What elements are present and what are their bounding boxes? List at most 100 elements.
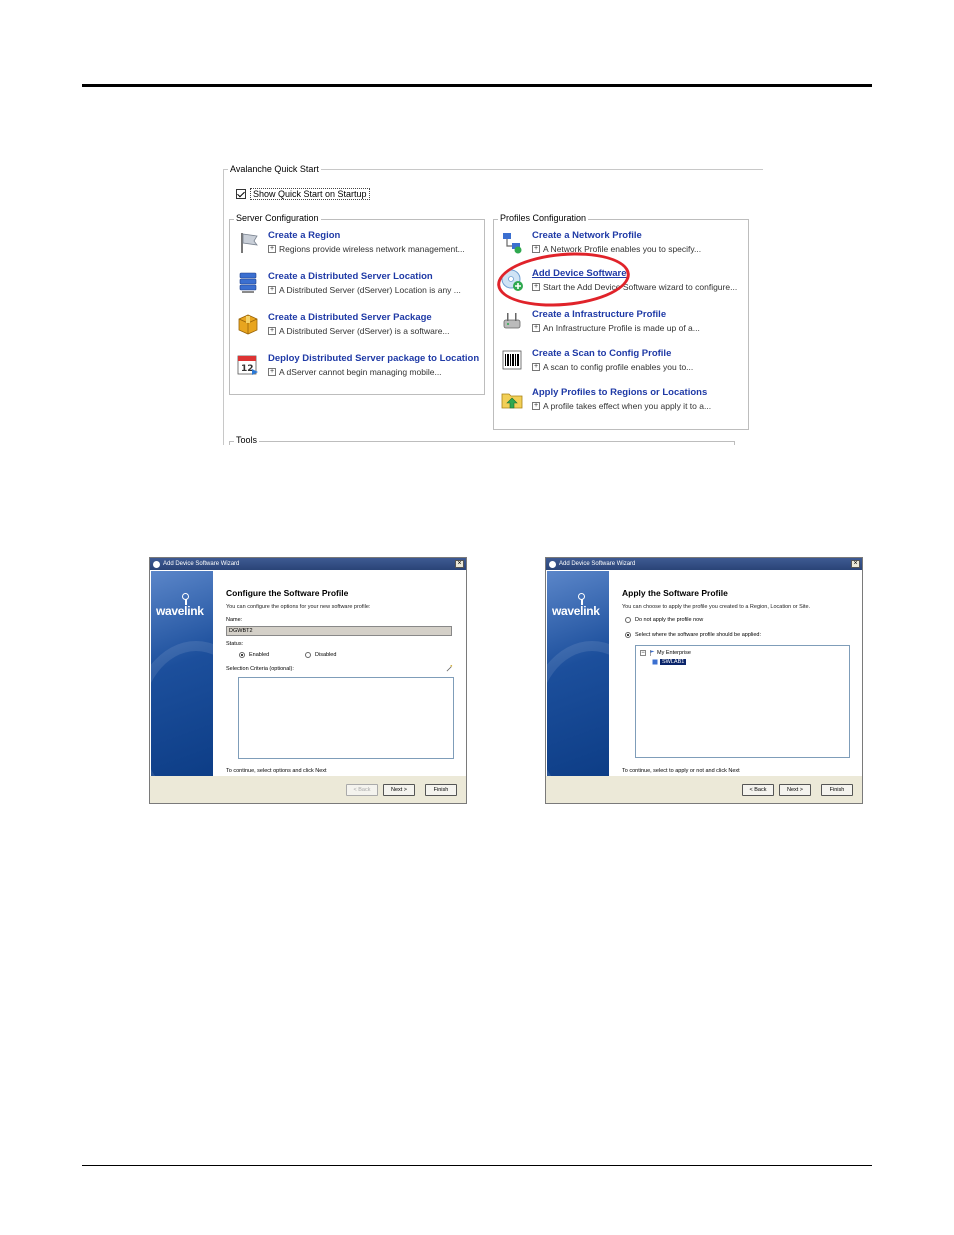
- wizard-heading: Apply the Software Profile: [622, 588, 728, 598]
- collapse-minus-icon[interactable]: −: [640, 650, 646, 656]
- wizard-titlebar: Add Device Software Wizard ×: [150, 558, 466, 570]
- tree-root-node[interactable]: − My Enterprise: [640, 650, 691, 656]
- calendar-icon: 12: [237, 355, 258, 375]
- status-disabled-radio[interactable]: Disabled: [305, 652, 336, 658]
- create-dserver-location-item[interactable]: Create a Distributed Server Location + A …: [236, 271, 461, 295]
- svg-text:12: 12: [241, 364, 254, 374]
- back-button[interactable]: < Back: [346, 784, 378, 796]
- wizard-body: wavelink Apply the Software Profile You …: [546, 570, 862, 777]
- header-rule: [82, 84, 872, 87]
- do-not-apply-radio[interactable]: Do not apply the profile now: [625, 617, 703, 623]
- wizard-footnote: To continue, select options and click Ne…: [226, 768, 327, 774]
- next-button[interactable]: Next >: [383, 784, 415, 796]
- create-scan-config-item[interactable]: Create a Scan to Config Profile + A scan …: [500, 348, 693, 372]
- name-label: Name:: [226, 617, 243, 623]
- wavelink-banner: wavelink: [151, 571, 213, 777]
- wizard-content: Configure the Software Profile You can c…: [226, 570, 462, 777]
- quick-start-title: Avalanche Quick Start: [228, 164, 321, 174]
- radio-selected-icon[interactable]: [239, 652, 245, 658]
- wizard-button-bar: < Back Next > Finish: [546, 776, 862, 803]
- show-quick-start-checkbox[interactable]: Show Quick Start on Startup: [236, 188, 370, 200]
- barcode-icon: [502, 350, 522, 370]
- wizard-title: Add Device Software Wizard: [163, 561, 240, 567]
- wizard-body: wavelink Configure the Software Profile …: [150, 570, 466, 777]
- profiles-configuration-group: Profiles Configuration Create a Network …: [493, 213, 749, 430]
- expand-plus-icon[interactable]: +: [268, 286, 276, 294]
- status-enabled-label: Enabled: [249, 652, 270, 658]
- create-dserver-package-link[interactable]: Create a Distributed Server Package: [268, 312, 450, 323]
- wizard-title: Add Device Software Wizard: [559, 561, 636, 567]
- server-configuration-group: Server Configuration Create a Region + Re…: [229, 213, 485, 395]
- close-icon[interactable]: ×: [455, 560, 464, 568]
- app-icon: [549, 560, 556, 568]
- radio-selected-icon[interactable]: [625, 632, 631, 638]
- expand-plus-icon[interactable]: +: [532, 363, 540, 371]
- finish-button[interactable]: Finish: [425, 784, 457, 796]
- create-network-profile-item[interactable]: Create a Network Profile + A Network Prof…: [500, 230, 701, 254]
- criteria-label: Selection Criteria (optional):: [226, 666, 294, 672]
- wizard-footnote: To continue, select to apply or not and …: [622, 768, 740, 774]
- status-enabled-radio[interactable]: Enabled: [239, 652, 269, 658]
- wizard-button-bar: < Back Next > Finish: [150, 776, 466, 803]
- create-region-link[interactable]: Create a Region: [268, 230, 465, 241]
- expand-plus-icon[interactable]: +: [268, 245, 276, 253]
- quick-start-panel: Avalanche Quick Start Show Quick Start o…: [220, 160, 765, 445]
- create-network-profile-link[interactable]: Create a Network Profile: [532, 230, 701, 241]
- wizard-subtitle: You can choose to apply the profile you …: [622, 604, 811, 610]
- status-disabled-label: Disabled: [315, 652, 337, 658]
- create-dserver-location-desc: A Distributed Server (dServer) Location …: [279, 285, 461, 295]
- create-region-desc: Regions provide wireless network managem…: [279, 244, 465, 254]
- select-location-radio[interactable]: Select where the software profile should…: [625, 632, 761, 638]
- footer-rule: [82, 1165, 872, 1166]
- create-infrastructure-profile-desc: An Infrastructure Profile is made up of …: [543, 323, 700, 333]
- back-button[interactable]: < Back: [742, 784, 774, 796]
- access-point-icon: [503, 313, 521, 329]
- next-button[interactable]: Next >: [779, 784, 811, 796]
- create-dserver-location-link[interactable]: Create a Distributed Server Location: [268, 271, 461, 282]
- finish-button[interactable]: Finish: [821, 784, 853, 796]
- flag-icon: [650, 650, 655, 656]
- create-dserver-package-item[interactable]: Create a Distributed Server Package + A D…: [236, 312, 450, 336]
- expand-plus-icon[interactable]: +: [532, 245, 540, 253]
- tools-group: Tools: [229, 435, 735, 445]
- location-tree[interactable]: − My Enterprise SWLAB1: [635, 645, 850, 758]
- wand-icon[interactable]: [446, 665, 453, 672]
- create-scan-config-desc: A scan to config profile enables you to.…: [543, 362, 694, 372]
- select-location-label: Select where the software profile should…: [635, 632, 761, 638]
- expand-plus-icon[interactable]: +: [532, 402, 540, 410]
- profiles-configuration-title: Profiles Configuration: [498, 213, 589, 223]
- wizard-titlebar: Add Device Software Wizard ×: [546, 558, 862, 570]
- radio-unselected-icon[interactable]: [625, 617, 631, 623]
- deploy-dserver-item[interactable]: 12 Deploy Distributed Server package to …: [236, 353, 479, 377]
- app-icon: [153, 560, 160, 568]
- location-icon: [652, 659, 658, 665]
- create-infrastructure-profile-link[interactable]: Create a Infrastructure Profile: [532, 309, 700, 320]
- name-field[interactable]: DGWBT2: [226, 626, 452, 636]
- status-label: Status:: [226, 641, 244, 647]
- tools-title: Tools: [234, 435, 260, 445]
- show-quick-start-label: Show Quick Start on Startup: [250, 188, 370, 200]
- deploy-dserver-desc: A dServer cannot begin managing mobile..…: [279, 367, 442, 377]
- configure-software-wizard: Add Device Software Wizard × wavelink Co…: [149, 557, 467, 804]
- apply-profiles-item[interactable]: Apply Profiles to Regions or Locations +…: [500, 387, 711, 411]
- apply-profiles-link[interactable]: Apply Profiles to Regions or Locations: [532, 387, 711, 398]
- wizard-subtitle: You can configure the options for your n…: [226, 604, 371, 610]
- wavelink-banner: wavelink: [547, 571, 609, 777]
- selection-criteria-box[interactable]: [238, 677, 454, 759]
- create-infrastructure-profile-item[interactable]: Create a Infrastructure Profile + An Infr…: [500, 309, 700, 333]
- radio-unselected-icon[interactable]: [305, 652, 311, 658]
- wizard-content: Apply the Software Profile You can choos…: [622, 570, 858, 777]
- create-dserver-package-desc: A Distributed Server (dServer) is a soft…: [279, 326, 450, 336]
- folder-up-arrow-icon: [501, 393, 523, 409]
- expand-plus-icon[interactable]: +: [268, 327, 276, 335]
- create-region-item[interactable]: Create a Region + Regions provide wireles…: [236, 230, 465, 254]
- create-scan-config-link[interactable]: Create a Scan to Config Profile: [532, 348, 693, 359]
- deploy-dserver-link[interactable]: Deploy Distributed Server package to Loc…: [268, 353, 479, 364]
- expand-plus-icon[interactable]: +: [532, 324, 540, 332]
- checkbox-checked-icon[interactable]: [236, 189, 246, 199]
- tree-child-node[interactable]: SWLAB1: [652, 659, 687, 665]
- expand-plus-icon[interactable]: +: [268, 368, 276, 376]
- wavelink-logo: wavelink: [552, 604, 600, 618]
- server-stack-icon: [239, 272, 257, 293]
- close-icon[interactable]: ×: [851, 560, 860, 568]
